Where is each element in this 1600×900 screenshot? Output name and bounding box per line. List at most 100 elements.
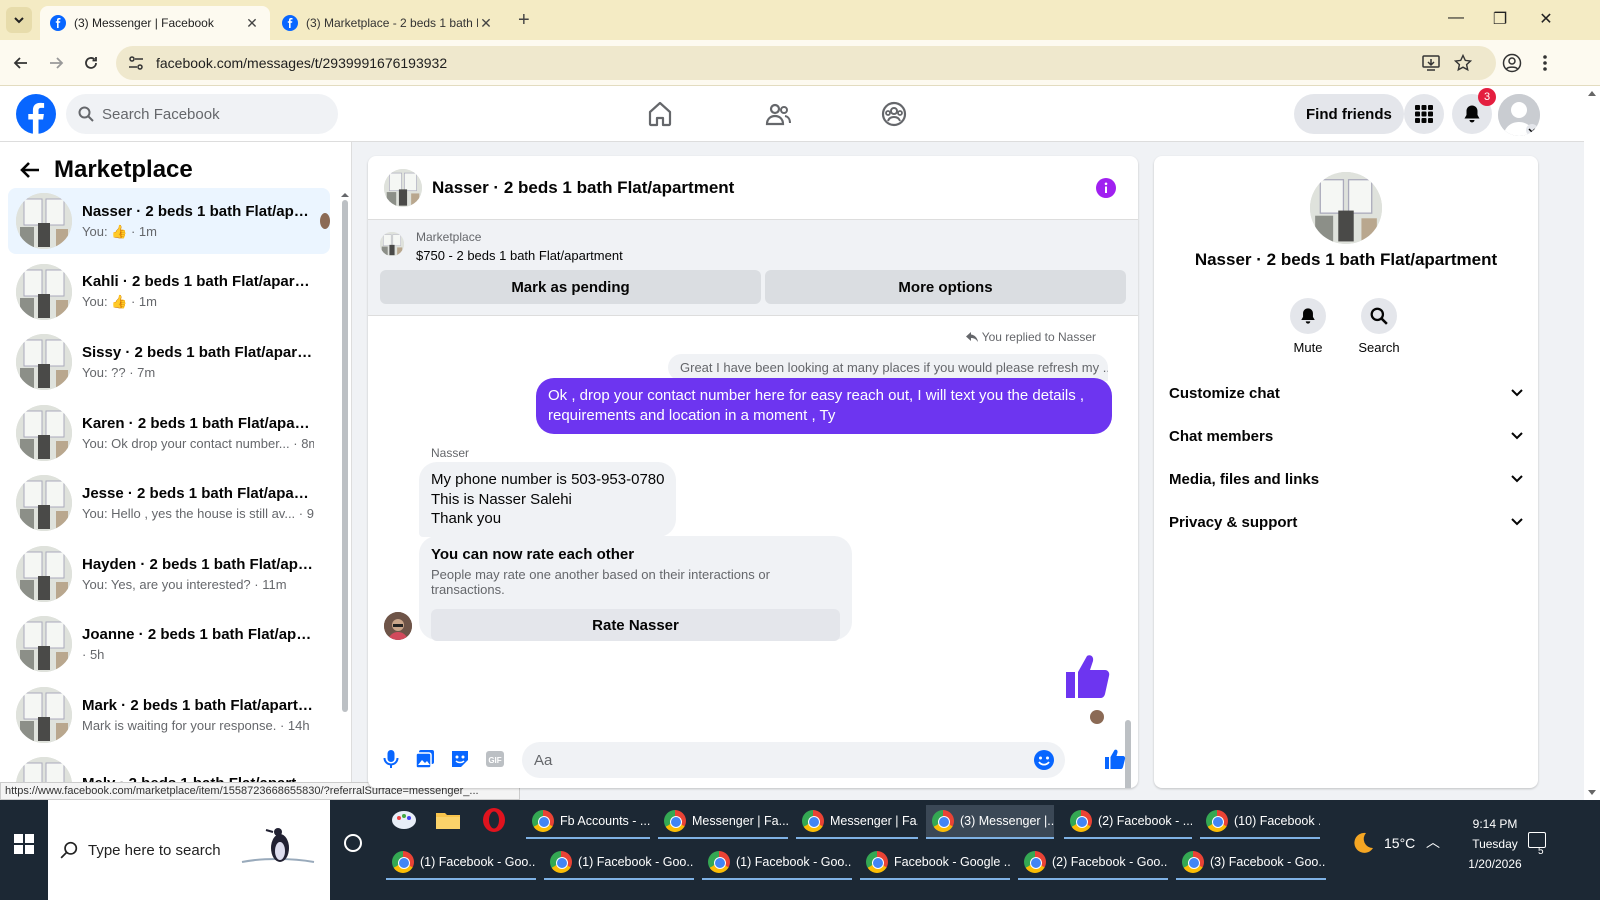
conversation-item[interactable]: Nasser · 2 beds 1 bath Flat/apartment You… [8,188,330,254]
details-section-row[interactable]: Customize chat [1169,378,1523,408]
taskbar-window-button[interactable]: (2) Facebook - Goo... [1018,846,1168,880]
profile-icon[interactable] [1502,53,1522,73]
taskbar-window-button[interactable]: (1) Facebook - Goo... [702,846,852,880]
conversation-item[interactable]: Sissy · 2 beds 1 bath Flat/apartment You:… [8,329,330,395]
rate-nasser-button[interactable]: Rate Nasser [431,609,840,641]
conversation-preview: Mark is waiting for your response. · 14h [82,717,310,733]
facebook-logo-icon[interactable] [16,94,56,134]
more-options-button[interactable]: More options [765,270,1126,304]
sidebar-scrollbar[interactable] [342,200,348,712]
listing-photo-icon [16,545,72,602]
tab-messenger[interactable]: (3) Messenger | Facebook ✕ [40,6,270,40]
conversation-thumbnail [16,334,72,390]
groups-icon[interactable] [880,100,908,128]
facebook-search-input[interactable]: Search Facebook [66,94,338,134]
tab-marketplace[interactable]: (3) Marketplace - 2 beds 1 bath Flat/apa… [272,6,504,40]
windows-start-icon[interactable] [14,834,34,854]
thumbs-up-icon[interactable] [1104,748,1126,770]
conversation-item[interactable]: Mark · 2 beds 1 bath Flat/apartment Mark … [8,682,330,748]
taskbar-window-button[interactable]: (1) Facebook - Goo... [544,846,694,880]
taskbar-clock[interactable]: 9:14 PM Tuesday 1/20/2026 [1460,814,1530,874]
chrome-icon [866,851,888,873]
details-section-row[interactable]: Privacy & support [1169,507,1523,537]
taskbar-window-button[interactable]: Messenger | Fa... [796,805,918,839]
friends-icon[interactable] [764,100,792,128]
listing-photo-icon [384,168,422,207]
reload-button[interactable] [80,52,102,74]
listing-thumbnail[interactable] [384,168,422,207]
close-tab-icon[interactable]: ✕ [244,15,260,31]
search-placeholder: Search Facebook [102,105,220,123]
scroll-down-arrow-icon[interactable] [1588,790,1596,796]
find-friends-button[interactable]: Find friends [1294,94,1404,134]
gif-icon[interactable]: GIF [484,748,506,770]
scroll-up-arrow-icon[interactable] [340,192,350,198]
minimize-button[interactable]: — [1444,9,1468,27]
taskbar-window-button[interactable]: Messenger | Fa... [658,805,788,839]
photo-icon[interactable] [414,748,436,770]
taskbar-window-button[interactable]: (2) Facebook - ... [1064,805,1192,839]
tab-search-button[interactable] [6,7,32,33]
taskbar-window-button[interactable]: Facebook - Google ... [860,846,1010,880]
scroll-up-arrow-icon[interactable] [1588,90,1596,96]
sender-avatar[interactable] [384,612,412,640]
conversation-item[interactable]: Jesse · 2 beds 1 bath Flat/apartment You:… [8,470,330,536]
restore-button[interactable]: ❐ [1488,9,1512,29]
chat-window: Nasser · 2 beds 1 bath Flat/apartment Ma… [368,156,1138,788]
taskbar-search-box[interactable]: Type here to search [48,800,330,900]
taskbar-window-button[interactable]: (1) Facebook - Goo... [386,846,536,880]
listing-photo-icon [16,193,72,249]
close-tab-icon[interactable]: ✕ [478,15,494,31]
emoji-icon[interactable] [1033,749,1055,771]
conversation-item[interactable]: Karen · 2 beds 1 bath Flat/apartment You:… [8,400,330,466]
chat-title[interactable]: Nasser · 2 beds 1 bath Flat/apartment [432,178,734,198]
home-icon[interactable] [646,100,674,128]
paint-app-icon[interactable] [390,806,418,834]
site-info-icon[interactable] [128,56,144,70]
taskbar-window-button[interactable]: (3) Facebook - Goo... [1176,846,1326,880]
details-section-row[interactable]: Media, files and links [1169,464,1523,494]
incoming-message[interactable]: My phone number is 503-953-0780 This is … [419,462,677,537]
listing-thumbnail[interactable] [380,232,404,256]
sticker-icon[interactable] [449,748,471,770]
info-icon[interactable] [1096,178,1116,198]
conversation-item[interactable]: Joanne · 2 beds 1 bath Flat/apartment · … [8,611,330,677]
bookmark-star-icon[interactable] [1454,54,1472,72]
task-view-icon[interactable] [344,834,362,852]
menu-button[interactable] [1404,94,1444,134]
outgoing-message[interactable]: Ok , drop your contact number here for e… [536,378,1112,434]
show-hidden-icons-button[interactable]: ︿ [1426,832,1440,852]
conversation-item[interactable]: Hayden · 2 beds 1 bath Flat/apartment You… [8,541,330,607]
back-arrow-icon[interactable] [20,161,40,179]
listing-photo[interactable] [1310,172,1382,244]
taskbar-window-button[interactable]: (3) Messenger |... [926,805,1054,839]
message-input[interactable]: Aa [522,742,1065,778]
address-bar[interactable]: facebook.com/messages/t/2939991676193932 [116,46,1496,80]
new-tab-button[interactable]: + [518,10,530,30]
conversation-name: Jesse · 2 beds 1 bath Flat/apartment [82,485,314,502]
back-button[interactable] [10,52,32,74]
mute-button[interactable]: Mute [1280,298,1336,355]
mark-as-pending-button[interactable]: Mark as pending [380,270,761,304]
taskbar-window-button[interactable]: Fb Accounts - ... [526,805,650,839]
details-section-row[interactable]: Chat members [1169,421,1523,451]
install-app-icon[interactable] [1422,55,1440,71]
weather-widget[interactable]: 15°C [1350,830,1415,856]
thumbs-up-sticker-icon[interactable] [1062,650,1114,702]
chat-header[interactable]: Nasser · 2 beds 1 bath Flat/apartment [368,156,1138,220]
reload-icon [85,57,97,69]
forward-button[interactable] [45,52,67,74]
page-scrollbar[interactable] [1584,86,1600,800]
taskbar-window-button[interactable]: (10) Facebook ... [1200,805,1320,839]
conversation-item[interactable]: Kahli · 2 beds 1 bath Flat/apartment You:… [8,259,330,325]
listing-price-title[interactable]: $750 - 2 beds 1 bath Flat/apartment [416,248,623,263]
file-explorer-icon[interactable] [434,806,462,834]
opera-browser-icon[interactable] [480,806,508,834]
search-in-conversation-button[interactable]: Search [1351,298,1407,355]
kebab-menu-icon[interactable] [1542,53,1548,73]
close-window-button[interactable]: ✕ [1534,9,1558,29]
moon-weather-icon [1354,832,1373,853]
quoted-message[interactable]: Great I have been looking at many places… [668,354,1108,381]
account-avatar[interactable] [1498,94,1540,136]
microphone-icon[interactable] [380,748,402,770]
